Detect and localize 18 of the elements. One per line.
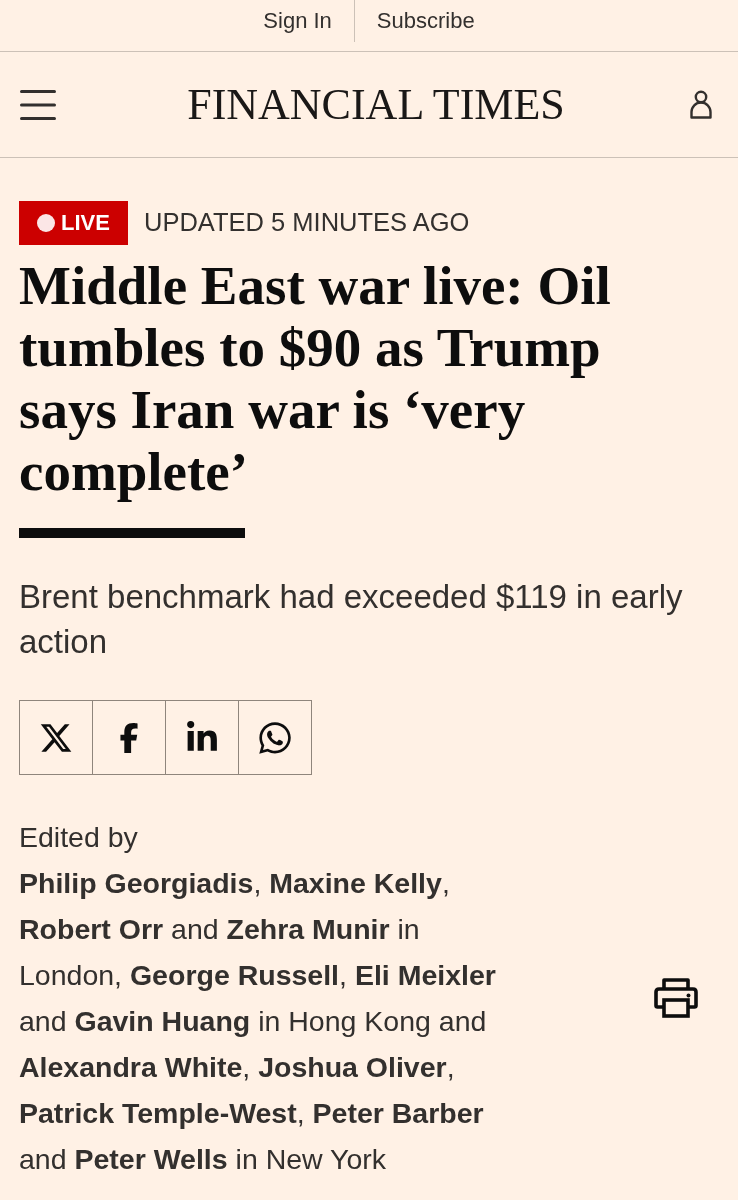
share-button[interactable] [165,700,239,775]
byline-label: Edited by [19,820,139,855]
whatsapp-icon [257,719,293,756]
live-dot-icon [37,214,56,232]
user-icon[interactable] [690,89,712,120]
top-link[interactable]: Sign In [263,10,332,32]
print-icon[interactable] [654,978,698,1018]
share-button[interactable] [92,700,166,775]
share-button[interactable] [19,700,93,775]
share-button[interactable] [238,700,312,775]
top-link[interactable]: Subscribe [376,10,475,32]
updated-time: UPDATED 5 MINUTES AGO [144,210,470,236]
logo[interactable]: FINANCIAL TIMES [181,82,565,127]
headline: Middle East war live: Oil tumbles to $90 as Trump says Iran war is ‘very complete’ [19,255,612,503]
live-label: LIVE [61,212,110,234]
byline-authors: Philip Georgiadis, Maxine Kelly, Robert Orr and Zehra Munir in London, George Russell, Eli Meixler and Gavin Huang in Hong Kong and Alexandra White, Joshua Oliver, Patrick Temple-West, Peter Barber and Peter Wells in New York [19,866,497,1177]
menu-icon[interactable] [20,89,56,120]
standfirst: Brent benchmark had exceeded $119 in early action [19,577,684,662]
